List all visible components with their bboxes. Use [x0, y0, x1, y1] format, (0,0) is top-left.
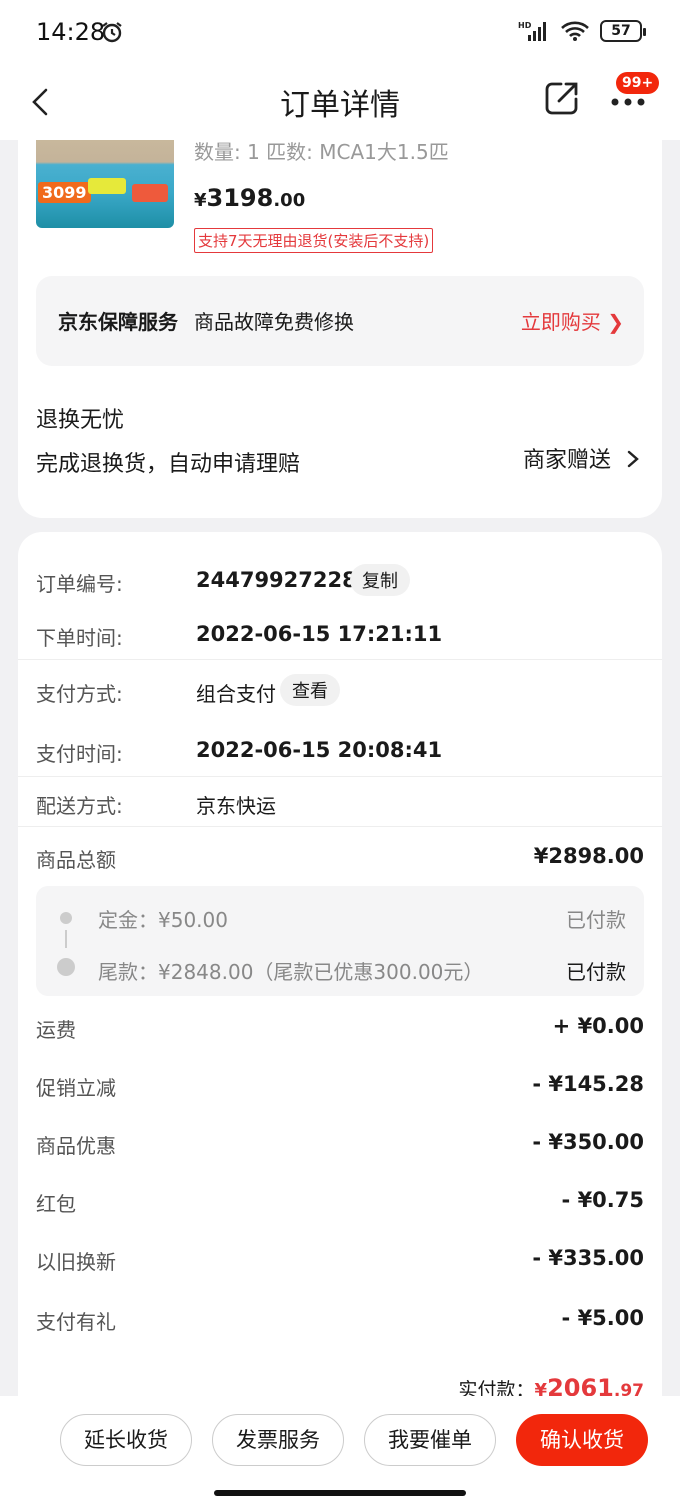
order-number-label: 订单编号:: [36, 572, 123, 596]
order-info-card: 订单编号: 244799272286 复制 下单时间: 2022-06-15 1…: [18, 532, 662, 1402]
order-number-value: 244799272286: [196, 568, 372, 592]
buy-now-link[interactable]: 立即购买 ❯: [521, 306, 624, 335]
invoice-service-button[interactable]: 发票服务: [212, 1414, 344, 1466]
guarantee-title: 京东保障服务: [58, 310, 178, 334]
timeline-line: [65, 930, 67, 948]
alarm-icon: [102, 22, 122, 43]
delivery-method-value: 京东快运: [196, 794, 276, 818]
delivery-method-label: 配送方式:: [36, 794, 123, 818]
product-card: 3099 数量: 1 匹数: MCA1大1.5匹 ¥3198.00 支持7天无理…: [18, 140, 662, 518]
payment-time-label: 支付时间:: [36, 742, 123, 766]
status-time: 14:28: [36, 18, 106, 46]
price-dec: .00: [273, 190, 306, 211]
divider: [18, 776, 662, 777]
urge-order-button[interactable]: 我要催单: [364, 1414, 496, 1466]
view-payment-button[interactable]: 查看: [280, 674, 340, 706]
merchant-gift-label: 商家赠送: [522, 448, 611, 473]
goods-total-label: 商品总额: [36, 848, 116, 872]
fee-label: 以旧换新: [36, 1250, 116, 1274]
copy-button[interactable]: 复制: [350, 564, 410, 596]
thumb-tag: [88, 178, 126, 194]
confirm-receipt-button[interactable]: 确认收货: [516, 1414, 648, 1466]
worry-free-title: 退换无忧: [36, 408, 125, 433]
timeline-dot: [60, 912, 72, 924]
price-int: 3198: [206, 184, 274, 212]
nav-bar: 订单详情: [0, 64, 680, 140]
divider: [18, 826, 662, 827]
deposit-label: 定金：¥50.00: [98, 908, 228, 932]
fee-label: 支付有礼: [36, 1310, 116, 1334]
divider: [18, 659, 662, 660]
deposit-breakdown: 定金：¥50.00 已付款 尾款：¥2848.00（尾款已优惠300.00元） …: [36, 886, 644, 996]
order-time-value: 2022-06-15 17:21:11: [196, 622, 443, 646]
wifi-icon: [561, 21, 589, 41]
payment-method-value: 组合支付: [196, 682, 276, 706]
payment-time-value: 2022-06-15 20:08:41: [196, 738, 443, 762]
timeline-dot: [57, 958, 75, 976]
deposit-status: 已付款: [566, 908, 626, 932]
merchant-gift-link[interactable]: 商家赠送: [523, 442, 642, 474]
message-badge: 99+: [616, 72, 660, 94]
fee-value: - ¥350.00: [532, 1130, 644, 1154]
product-price: ¥3198.00: [194, 184, 305, 212]
fee-label: 促销立减: [36, 1076, 116, 1100]
fee-value: - ¥5.00: [561, 1306, 644, 1330]
fee-label: 红包: [36, 1192, 76, 1216]
fee-value: - ¥0.75: [561, 1188, 644, 1212]
thumb-tag: [132, 184, 168, 202]
status-bar: 14:28 HD 57: [0, 0, 680, 64]
fee-value: + ¥0.00: [552, 1014, 644, 1038]
balance-status: 已付款: [566, 960, 626, 984]
goods-total-value: ¥2898.00: [533, 844, 644, 868]
fee-label: 商品优惠: [36, 1134, 116, 1158]
return-policy-tag: 支持7天无理由退货(安装后不支持): [194, 228, 434, 253]
guarantee-service[interactable]: 京东保障服务 商品故障免费修换 立即购买 ❯: [36, 276, 644, 366]
share-icon[interactable]: [544, 80, 580, 116]
signal-icon: HD: [518, 21, 546, 41]
battery-indicator: 57: [600, 20, 646, 42]
guarantee-desc: 商品故障免费修换: [194, 310, 354, 334]
home-indicator[interactable]: [214, 1490, 466, 1496]
payment-method-label: 支付方式:: [36, 682, 123, 706]
order-time-label: 下单时间:: [36, 626, 123, 650]
net-label: HD: [518, 21, 532, 30]
price-yen: ¥: [194, 190, 207, 211]
thumb-price: 3099: [38, 182, 91, 203]
product-thumbnail[interactable]: 3099: [36, 140, 174, 228]
worry-free-desc: 完成退换货，自动申请理赔: [36, 452, 301, 477]
product-spec: 数量: 1 匹数: MCA1大1.5匹: [194, 140, 449, 164]
fee-value: - ¥145.28: [532, 1072, 644, 1096]
chevron-right-icon: [627, 450, 639, 468]
fee-label: 运费: [36, 1018, 76, 1042]
fee-value: - ¥335.00: [532, 1246, 644, 1270]
balance-label: 尾款：¥2848.00（尾款已优惠300.00元）: [98, 960, 484, 984]
extend-receipt-button[interactable]: 延长收货: [60, 1414, 192, 1466]
